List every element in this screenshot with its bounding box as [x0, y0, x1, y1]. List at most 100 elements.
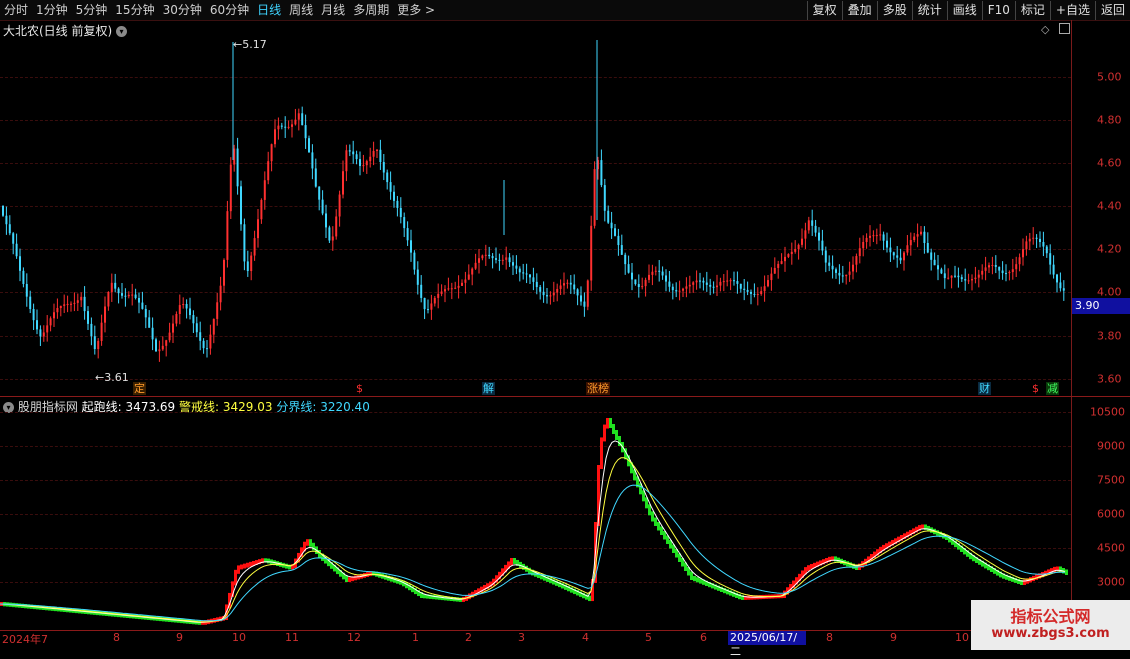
indicator-bar: [246, 562, 249, 568]
tab-intraday[interactable]: 分时: [0, 0, 32, 20]
tab-monthly[interactable]: 月线: [317, 0, 349, 20]
candle-body: [886, 240, 888, 248]
candle-body: [335, 216, 338, 237]
candle-body: [22, 270, 25, 284]
tab-60min[interactable]: 60分钟: [206, 0, 253, 20]
marker-top-list[interactable]: 涨榜: [586, 382, 610, 395]
indicator-bar: [657, 522, 660, 531]
candle-body: [515, 265, 518, 269]
divide-line: [0, 484, 1066, 622]
statistics-button[interactable]: 统计: [911, 1, 947, 20]
candle-body: [930, 252, 933, 260]
candle-body: [892, 252, 895, 256]
candle-body: [185, 303, 188, 309]
indicator-chart[interactable]: [0, 408, 1071, 630]
indicator-bar: [348, 577, 351, 582]
indicator-bar: [690, 571, 693, 580]
candle-body: [321, 199, 324, 214]
candle-body: [1015, 264, 1018, 270]
candle-body: [413, 252, 416, 270]
candle-body: [165, 340, 168, 346]
candle-body: [620, 245, 623, 255]
candle-body: [828, 262, 831, 266]
candle-body: [297, 113, 300, 120]
candle-body: [865, 237, 868, 243]
tab-5min[interactable]: 5分钟: [72, 0, 112, 20]
overlay-button[interactable]: 叠加: [841, 1, 877, 20]
marker-dollar[interactable]: $: [1031, 382, 1040, 395]
candle-body: [199, 332, 202, 341]
marker-dollar[interactable]: $: [355, 382, 364, 395]
candle-body: [634, 279, 637, 285]
tab-weekly[interactable]: 周线: [285, 0, 317, 20]
candle-body: [685, 286, 688, 289]
candle-body: [695, 280, 698, 283]
marker-finance[interactable]: 财: [978, 382, 991, 395]
candle-body: [614, 228, 616, 236]
indicator-bar: [615, 430, 618, 440]
candle-body: [243, 224, 246, 262]
candle-body: [603, 185, 606, 211]
date-tick: 8: [826, 631, 833, 644]
add-watchlist-button[interactable]: +自选: [1049, 1, 1095, 20]
candle-body: [342, 171, 344, 195]
tab-30min[interactable]: 30分钟: [159, 0, 206, 20]
candle-body: [580, 295, 582, 302]
date-tick: 3: [518, 631, 525, 644]
indicator-bar: [612, 424, 615, 434]
candle-body: [821, 240, 824, 251]
price-tick: 4.40: [1097, 199, 1122, 213]
marker-reduce[interactable]: 减: [1046, 382, 1059, 395]
candle-body: [93, 336, 96, 350]
tab-1min[interactable]: 1分钟: [32, 0, 72, 20]
candlestick-chart[interactable]: [0, 20, 1071, 400]
candle-body: [631, 272, 633, 280]
tab-multi-period[interactable]: 多周期: [349, 0, 393, 20]
draw-line-button[interactable]: 画线: [946, 1, 982, 20]
candle-body: [1005, 273, 1007, 275]
candle-body: [790, 251, 793, 255]
indicator-tick: 4500: [1097, 541, 1125, 555]
indicator-tick: 3000: [1097, 575, 1125, 589]
candle-body: [488, 254, 491, 257]
candle-body: [267, 161, 270, 181]
candle-body: [573, 284, 576, 290]
candle-body: [19, 256, 21, 271]
candle-body: [440, 291, 443, 294]
indicator-tick: 9000: [1097, 439, 1125, 453]
candle-body: [1008, 272, 1011, 274]
candle-body: [916, 234, 919, 237]
multi-stock-button[interactable]: 多股: [876, 1, 912, 20]
crosshair-date: 2025/06/17/二: [728, 631, 806, 658]
candle-body: [1035, 237, 1038, 239]
candle-body: [906, 245, 909, 253]
tab-more[interactable]: 更多 >: [393, 0, 439, 20]
back-button[interactable]: 返回: [1094, 1, 1130, 20]
indicator-bar: [747, 595, 750, 600]
candle-body: [467, 274, 470, 280]
candle-body: [648, 274, 650, 280]
candle-body: [1062, 288, 1065, 291]
candle-body: [83, 296, 86, 312]
tab-15min[interactable]: 15分钟: [111, 0, 158, 20]
f10-button[interactable]: F10: [981, 1, 1015, 20]
candle-body: [107, 291, 110, 307]
date-tick: 12: [347, 631, 361, 644]
mark-button[interactable]: 标记: [1014, 1, 1050, 20]
candle-body: [59, 305, 62, 309]
candle-body: [301, 113, 304, 126]
candle-body: [382, 162, 385, 173]
candle-body: [794, 249, 797, 252]
marker-event[interactable]: 定: [133, 382, 146, 395]
candle-body: [478, 258, 480, 263]
candle-body: [104, 306, 106, 323]
candle-body: [240, 186, 242, 225]
price-tick: 4.60: [1097, 156, 1122, 170]
candle-body: [950, 275, 953, 278]
candle-body: [386, 172, 389, 183]
restore-rights-button[interactable]: 复权: [806, 1, 842, 20]
indicator-axis: [1071, 397, 1072, 630]
tab-daily[interactable]: 日线: [253, 0, 285, 20]
marker-unlock[interactable]: 解: [482, 382, 495, 395]
panel-divider: [0, 396, 1130, 397]
